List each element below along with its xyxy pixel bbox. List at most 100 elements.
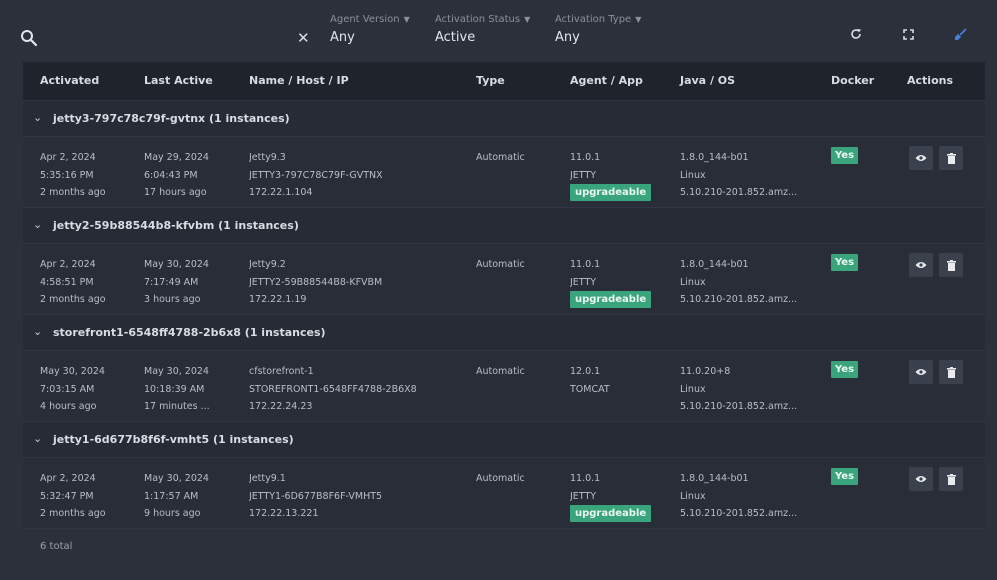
name-host-ip-cell-line: 172.22.1.104 — [249, 187, 313, 198]
agent-app-line: JETTY — [570, 169, 597, 181]
table-header: Activated Last Active Name / Host / IP T… — [23, 62, 985, 100]
clean-button[interactable] — [952, 26, 968, 42]
java-os-cell-line: 11.0.20+8 — [680, 366, 731, 377]
instance-group-header[interactable]: ⌄ storefront1-6548ff4788-2b6x8 (1 instanc… — [23, 314, 985, 351]
agent-app-cell: 12.0.1 TOMCAT — [570, 363, 610, 398]
column-header-name[interactable]: Name / Host / IP — [249, 74, 349, 87]
chevron-down-icon[interactable]: ⌄ — [33, 111, 42, 124]
broom-icon — [954, 27, 967, 40]
delete-button[interactable] — [939, 467, 963, 491]
upgradeable-badge[interactable]: upgradeable — [570, 184, 652, 201]
delete-button[interactable] — [939, 253, 963, 277]
activated-cell-line: Apr 2, 2024 — [40, 473, 96, 484]
instance-group-header[interactable]: ⌄ jetty1-6d677b8f6f-vmht5 (1 instances) — [23, 421, 985, 458]
name-host-ip-cell-line: STOREFRONT1-6548FF4788-2B6X8 — [249, 383, 417, 395]
table-row[interactable]: May 30, 2024 7:03:15 AM 4 hours ago May 30,… — [23, 351, 985, 421]
java-os-cell-line: Linux — [680, 169, 706, 181]
eye-icon — [915, 369, 927, 375]
activated-cell-line: 2 months ago — [40, 508, 106, 519]
last-active-cell-line: May 30, 2024 — [144, 366, 209, 377]
refresh-button[interactable] — [848, 26, 864, 42]
java-os-cell: 1.8.0_144-b01 Linux 5.10.210-201.852.amz..… — [680, 470, 797, 523]
column-header-last-active[interactable]: Last Active — [144, 74, 213, 87]
activation-type-label: Activation Type — [555, 14, 632, 25]
java-os-cell-line: 5.10.210-201.852.amz... — [680, 508, 798, 519]
type-cell: Automatic — [476, 470, 525, 488]
agent-app-line: 11.0.1 — [570, 473, 601, 484]
instance-group-header[interactable]: ⌄ jetty3-797c78c79f-gvtnx (1 instances) — [23, 100, 985, 137]
activated-cell-line: 7:03:15 AM — [40, 383, 95, 395]
last-active-cell-line: May 30, 2024 — [144, 259, 209, 270]
agent-app-line: JETTY — [570, 276, 597, 288]
eye-icon — [915, 155, 927, 161]
group-title: jetty1-6d677b8f6f-vmht5 (1 instances) — [53, 433, 294, 446]
activated-cell: Apr 2, 2024 5:35:16 PM 2 months ago — [40, 149, 106, 202]
clear-icon[interactable]: ✕ — [297, 30, 310, 46]
activation-type-value: Any — [555, 30, 580, 45]
eye-icon — [915, 262, 927, 268]
view-button[interactable] — [909, 146, 933, 170]
last-active-cell: May 30, 2024 7:17:49 AM 3 hours ago — [144, 256, 209, 309]
type-cell: Automatic — [476, 363, 525, 381]
type-cell: Automatic — [476, 149, 525, 167]
column-header-activated[interactable]: Activated — [40, 74, 99, 87]
view-button[interactable] — [909, 467, 933, 491]
name-host-ip-cell-line: Jetty9.3 — [249, 152, 286, 163]
java-os-cell-line: Linux — [680, 276, 706, 288]
activated-cell: May 30, 2024 7:03:15 AM 4 hours ago — [40, 363, 105, 416]
last-active-cell: May 30, 2024 1:17:57 AM 9 hours ago — [144, 470, 209, 523]
activation-type-filter[interactable]: Activation Type ▼ Any — [555, 14, 641, 45]
search-input[interactable] — [46, 26, 286, 48]
type-value: Automatic — [476, 152, 525, 163]
column-header-type[interactable]: Type — [476, 74, 505, 87]
last-active-cell-line: 6:04:43 PM — [144, 169, 198, 181]
search-icon[interactable] — [20, 29, 38, 47]
type-value: Automatic — [476, 473, 525, 484]
caret-down-icon: ▼ — [403, 15, 410, 24]
column-header-java[interactable]: Java / OS — [680, 74, 735, 87]
trash-icon — [946, 259, 956, 271]
upgradeable-badge[interactable]: upgradeable — [570, 505, 652, 522]
column-header-docker[interactable]: Docker — [831, 74, 874, 87]
upgradeable-badge[interactable]: upgradeable — [570, 291, 652, 308]
caret-down-icon: ▼ — [635, 15, 642, 24]
last-active-cell: May 30, 2024 10:18:39 AM 17 minutes ... — [144, 363, 210, 416]
name-host-ip-cell-line: 172.22.24.23 — [249, 401, 313, 412]
chevron-down-icon[interactable]: ⌄ — [33, 218, 42, 231]
refresh-icon — [851, 29, 861, 39]
agent-app-cell: 11.0.1 JETTY upgradeable — [570, 256, 652, 310]
view-button[interactable] — [909, 253, 933, 277]
instances-table: Activated Last Active Name / Host / IP T… — [23, 62, 985, 528]
activated-cell-line: Apr 2, 2024 — [40, 152, 96, 163]
agent-app-line: JETTY — [570, 490, 597, 502]
table-row[interactable]: Apr 2, 2024 4:58:51 PM 2 months ago May 30,… — [23, 244, 985, 314]
last-active-cell: May 29, 2024 6:04:43 PM 17 hours ago — [144, 149, 209, 202]
name-host-ip-cell: cfstorefront-1 STOREFRONT1-6548FF4788-2B6… — [249, 363, 417, 416]
agent-version-filter[interactable]: Agent Version ▼ Any — [330, 14, 410, 45]
java-os-cell-line: Linux — [680, 490, 706, 502]
type-value: Automatic — [476, 259, 525, 270]
column-header-agent[interactable]: Agent / App — [570, 74, 643, 87]
last-active-cell-line: 9 hours ago — [144, 508, 201, 519]
last-active-cell-line: 1:17:57 AM — [144, 490, 199, 502]
table-row[interactable]: Apr 2, 2024 5:35:16 PM 2 months ago May 29,… — [23, 137, 985, 207]
agent-version-value: Any — [330, 30, 355, 45]
instance-group-header[interactable]: ⌄ jetty2-59b88544b8-kfvbm (1 instances) — [23, 207, 985, 244]
expand-button[interactable] — [900, 26, 916, 42]
delete-button[interactable] — [939, 360, 963, 384]
activation-status-filter[interactable]: Activation Status ▼ Active — [435, 14, 530, 45]
view-button[interactable] — [909, 360, 933, 384]
table-footer: 6 total — [23, 528, 985, 566]
docker-badge: Yes — [831, 468, 858, 485]
table-row[interactable]: Apr 2, 2024 5:32:47 PM 2 months ago May 30,… — [23, 458, 985, 528]
delete-button[interactable] — [939, 146, 963, 170]
activated-cell-line: 5:32:47 PM — [40, 490, 94, 502]
type-cell: Automatic — [476, 256, 525, 274]
caret-down-icon: ▼ — [524, 15, 531, 24]
chevron-down-icon[interactable]: ⌄ — [33, 325, 42, 338]
chevron-down-icon[interactable]: ⌄ — [33, 432, 42, 445]
java-os-cell-line: 1.8.0_144-b01 — [680, 473, 749, 484]
docker-badge: Yes — [831, 254, 858, 271]
column-header-actions: Actions — [907, 74, 953, 87]
activated-cell-line: 5:35:16 PM — [40, 169, 94, 181]
